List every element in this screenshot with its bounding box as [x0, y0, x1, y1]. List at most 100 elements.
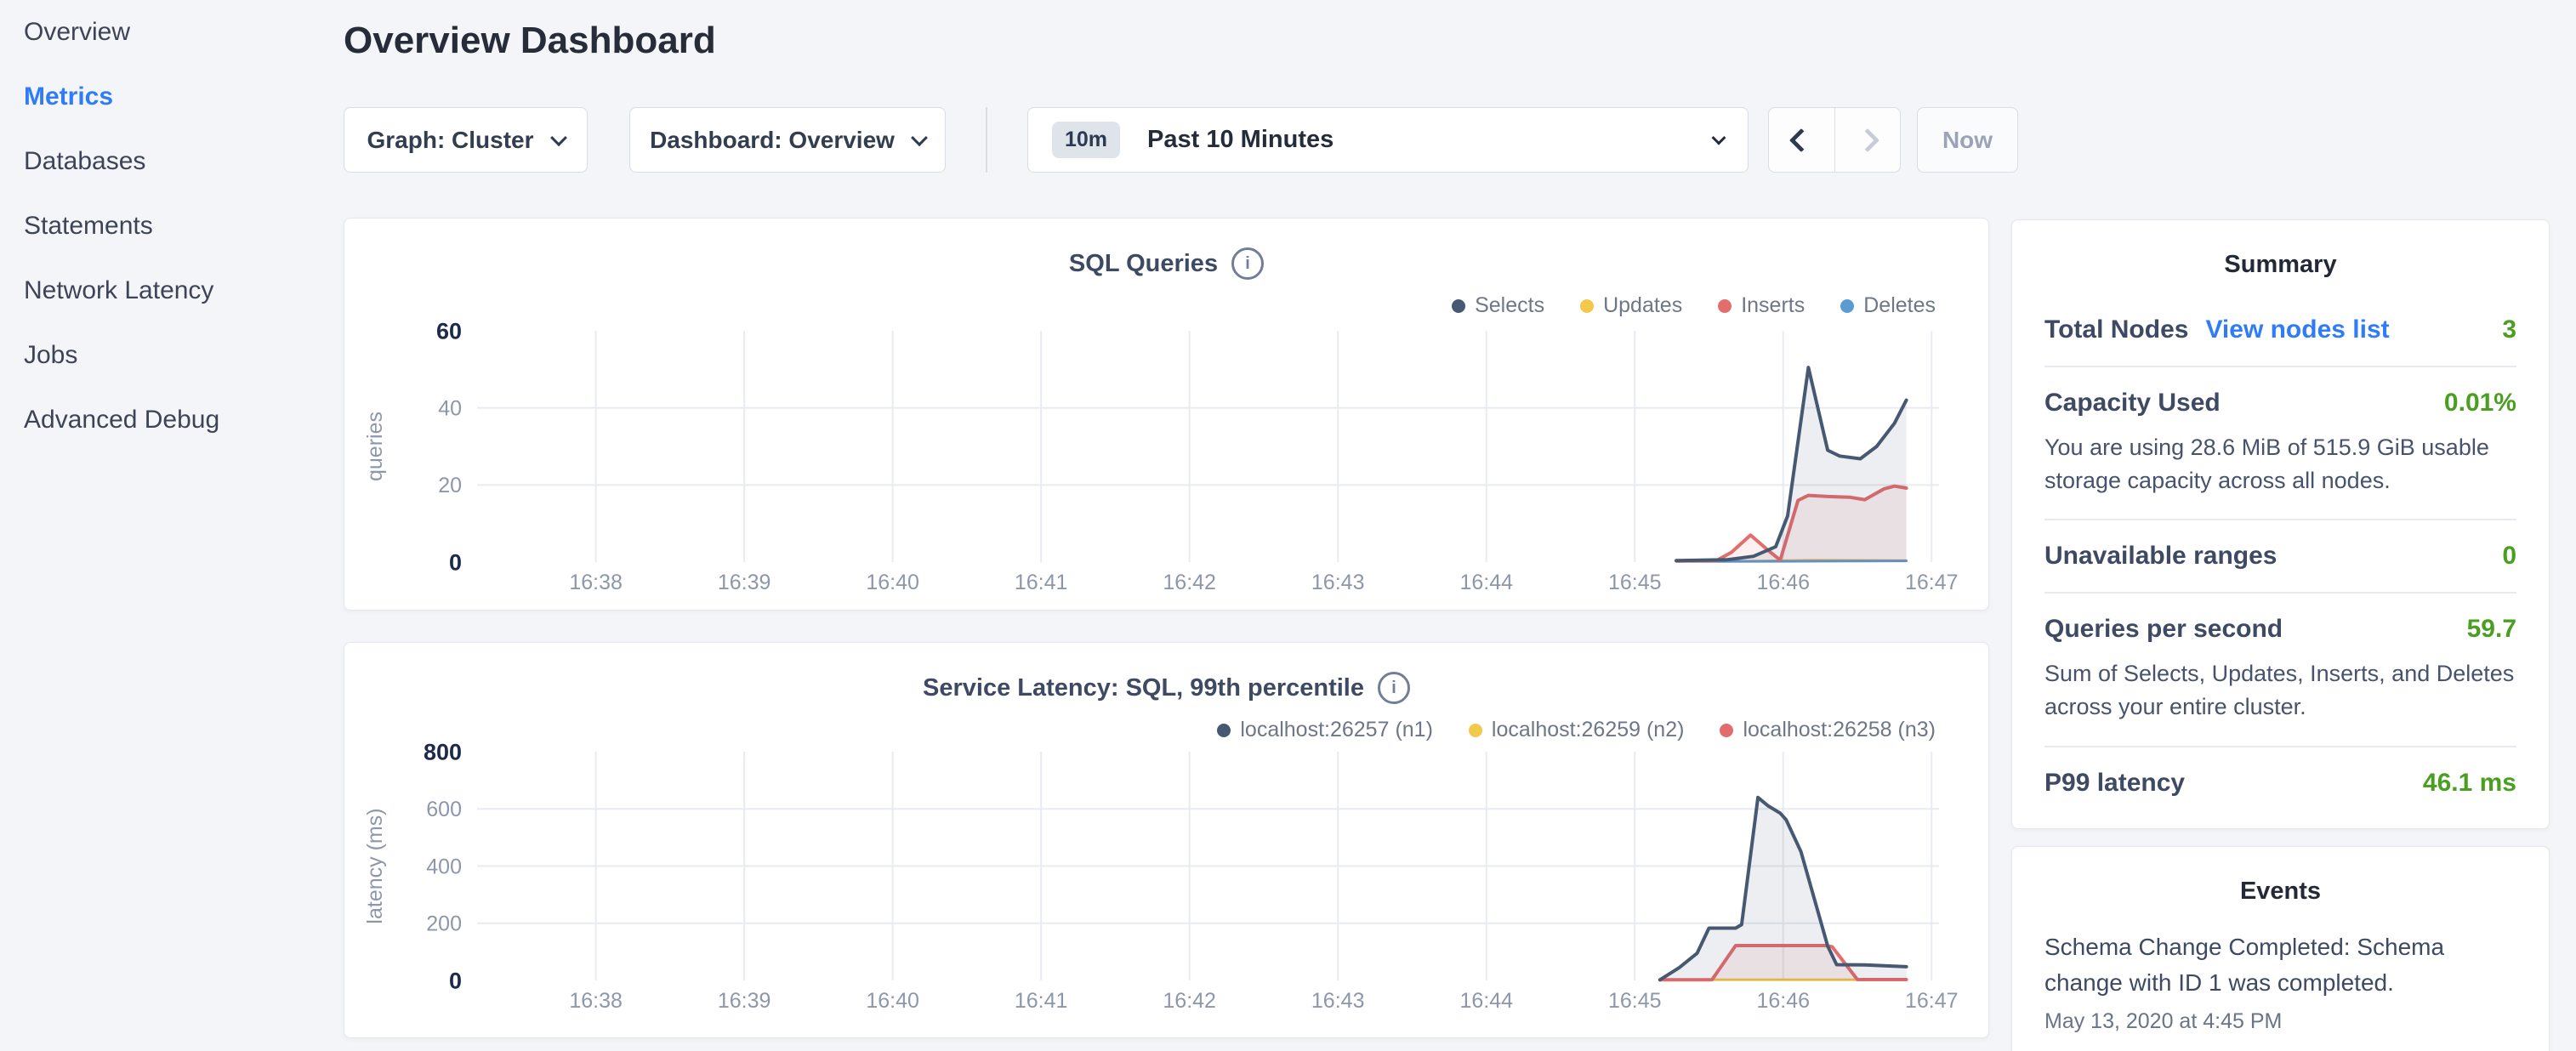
chart-title: SQL Queries	[1069, 250, 1218, 278]
info-icon[interactable]: i	[1378, 672, 1410, 704]
events-title: Events	[2044, 878, 2516, 906]
legend-label: Selects	[1475, 293, 1544, 318]
summary-row-label: Capacity Used	[2044, 389, 2221, 418]
summary-row-p99-latency: P99 latency 46.1 ms	[2044, 746, 2516, 819]
summary-row-header: Total Nodes View nodes list 3	[2044, 315, 2516, 344]
summary-row-queries-per-second: Queries per second 59.7 Sum of Selects, Up…	[2044, 592, 2516, 745]
sidebar-item-advanced-debug[interactable]: Advanced Debug	[0, 399, 344, 463]
summary-row-header: Queries per second 59.7	[2044, 615, 2516, 644]
svg-text:16:46: 16:46	[1756, 989, 1810, 1013]
svg-text:16:47: 16:47	[1905, 989, 1959, 1013]
summary-row-unavailable-ranges: Unavailable ranges 0	[2044, 519, 2516, 592]
event-message: Schema Change Completed: Schema change w…	[2044, 929, 2516, 1001]
chevron-left-icon	[1789, 128, 1813, 151]
svg-text:40: 40	[438, 396, 462, 420]
svg-text:16:46: 16:46	[1756, 571, 1810, 594]
legend-deletes: Deletes	[1840, 293, 1936, 318]
legend-localhost-26258-n3: localhost:26258 (n3)	[1720, 718, 1936, 742]
time-range-label: Past 10 Minutes	[1147, 126, 1333, 154]
view-nodes-list-link[interactable]: View nodes list	[2205, 315, 2389, 344]
chart-title-row: Service Latency: SQL, 99th percentile i	[344, 672, 1988, 704]
summary-row-description: Sum of Selects, Updates, Inserts, and De…	[2044, 657, 2516, 724]
svg-text:800: 800	[424, 739, 462, 764]
sidebar: OverviewMetricsDatabasesStatementsNetwor…	[0, 0, 344, 1051]
summary-row-value: 0.01%	[2444, 389, 2516, 418]
chart-legend: Selects Updates Inserts Deletes	[1452, 293, 1936, 318]
summary-row-capacity-used: Capacity Used 0.01% You are using 28.6 MiB…	[2044, 366, 2516, 519]
svg-text:16:42: 16:42	[1163, 571, 1216, 594]
sidebar-item-overview[interactable]: Overview	[0, 11, 344, 76]
sidebar-item-statements[interactable]: Statements	[0, 205, 344, 270]
svg-text:16:38: 16:38	[569, 571, 623, 594]
sql-queries-card: 16:3816:3916:4016:4116:4216:4316:4416:45…	[344, 218, 1989, 611]
summary-row-description: You are using 28.6 MiB of 515.9 GiB usab…	[2044, 431, 2516, 497]
legend-selects: Selects	[1452, 293, 1544, 318]
summary-row-label: Queries per second	[2044, 615, 2283, 644]
page-title: Overview Dashboard	[344, 19, 716, 63]
svg-text:16:45: 16:45	[1608, 571, 1662, 594]
info-icon[interactable]: i	[1231, 247, 1264, 280]
sidebar-item-databases[interactable]: Databases	[0, 140, 344, 205]
legend-label: localhost:26259 (n2)	[1492, 718, 1685, 742]
chevron-down-icon	[550, 129, 567, 146]
svg-text:16:44: 16:44	[1459, 989, 1513, 1013]
svg-text:16:45: 16:45	[1608, 989, 1662, 1013]
summary-rows: Total Nodes View nodes list 3 Capacity Used…	[2044, 294, 2516, 819]
legend-label: localhost:26258 (n3)	[1743, 718, 1936, 742]
svg-text:16:47: 16:47	[1905, 571, 1959, 594]
summary-row-value: 3	[2502, 315, 2516, 344]
sidebar-item-metrics[interactable]: Metrics	[0, 76, 344, 140]
svg-text:16:43: 16:43	[1311, 571, 1365, 594]
svg-text:16:40: 16:40	[866, 571, 919, 594]
svg-text:16:41: 16:41	[1015, 571, 1068, 594]
now-button[interactable]: Now	[1917, 107, 2018, 173]
legend-localhost-26259-n2: localhost:26259 (n2)	[1469, 718, 1685, 742]
dashboard-dropdown-label: Dashboard: Overview	[650, 127, 895, 154]
summary-row-value: 59.7	[2467, 615, 2516, 644]
svg-text:16:43: 16:43	[1311, 989, 1365, 1013]
chart-title-row: SQL Queries i	[344, 247, 1988, 280]
service-latency-card: 16:3816:3916:4016:4116:4216:4316:4416:45…	[344, 642, 1989, 1038]
time-prev-button[interactable]	[1769, 108, 1834, 172]
chart-legend: localhost:26257 (n1) localhost:26259 (n2)…	[1217, 718, 1936, 742]
svg-text:0: 0	[449, 549, 462, 575]
legend-dot	[1469, 724, 1482, 737]
chevron-down-icon	[911, 129, 928, 146]
svg-text:20: 20	[438, 474, 462, 497]
svg-text:16:42: 16:42	[1163, 989, 1216, 1013]
summary-row-label: Total Nodes	[2044, 315, 2188, 344]
summary-row-value: 0	[2502, 542, 2516, 571]
svg-text:latency (ms): latency (ms)	[363, 808, 387, 923]
summary-row-label: P99 latency	[2044, 769, 2185, 798]
legend-dot	[1580, 299, 1594, 313]
legend-dot	[1720, 724, 1733, 737]
summary-row-header: P99 latency 46.1 ms	[2044, 769, 2516, 798]
chevron-right-icon	[1856, 128, 1879, 151]
chart-title: Service Latency: SQL, 99th percentile	[923, 674, 1364, 702]
summary-row-total-nodes: Total Nodes View nodes list 3	[2044, 294, 2516, 366]
summary-row-value: 46.1 ms	[2423, 769, 2516, 798]
summary-row-label: Unavailable ranges	[2044, 542, 2277, 571]
legend-dot	[1718, 299, 1732, 313]
legend-label: Updates	[1603, 293, 1682, 318]
events-list: Schema Change Completed: Schema change w…	[2044, 921, 2516, 1034]
legend-dot	[1840, 299, 1854, 313]
dashboard-dropdown[interactable]: Dashboard: Overview	[629, 107, 946, 173]
legend-inserts: Inserts	[1718, 293, 1805, 318]
sidebar-item-network-latency[interactable]: Network Latency	[0, 270, 344, 334]
time-next-button[interactable]	[1834, 108, 1901, 172]
chevron-down-icon	[1712, 130, 1726, 145]
legend-dot	[1452, 299, 1465, 313]
legend-label: localhost:26257 (n1)	[1240, 718, 1433, 742]
event-timestamp: May 13, 2020 at 4:45 PM	[2044, 1009, 2516, 1034]
event-item: Schema Change Completed: Schema change w…	[2044, 921, 2516, 1034]
sidebar-item-jobs[interactable]: Jobs	[0, 334, 344, 399]
legend-updates: Updates	[1580, 293, 1682, 318]
svg-text:16:39: 16:39	[718, 989, 771, 1013]
svg-text:16:41: 16:41	[1015, 989, 1068, 1013]
summary-title: Summary	[2044, 251, 2516, 279]
svg-text:16:40: 16:40	[866, 989, 919, 1013]
time-range-dropdown[interactable]: 10m Past 10 Minutes	[1027, 107, 1749, 173]
svg-text:queries: queries	[363, 412, 387, 481]
graph-dropdown[interactable]: Graph: Cluster	[344, 107, 588, 173]
